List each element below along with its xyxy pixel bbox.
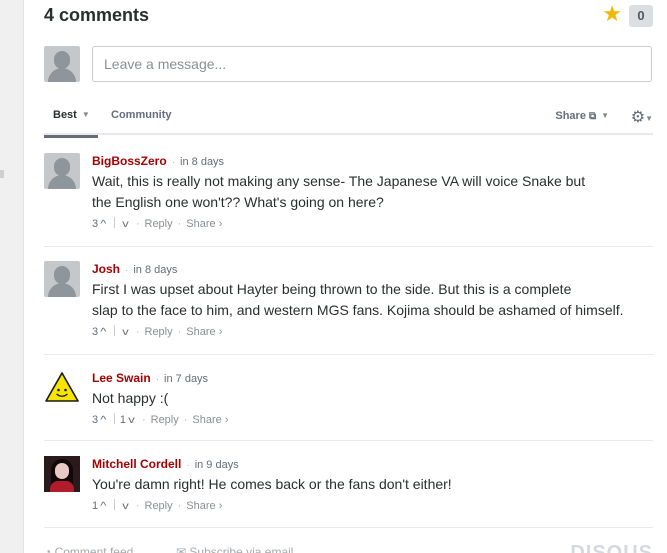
- reply-link[interactable]: Reply: [145, 500, 173, 512]
- comment-post: Josh · in 8 days First I was upset about H…: [44, 261, 653, 355]
- downvote-icon[interactable]: v: [122, 325, 129, 341]
- comment-text: Not happy :(: [92, 390, 169, 406]
- comment-time[interactable]: in 7 days: [164, 373, 208, 385]
- comment-meta: Josh · in 8 days: [92, 262, 178, 276]
- comment-count: 4 comments: [44, 5, 150, 25]
- tab-community[interactable]: Community: [111, 109, 172, 121]
- chevron-down-icon: ▼: [601, 111, 609, 120]
- author-name[interactable]: Josh: [92, 262, 120, 276]
- share-link[interactable]: Share ›: [186, 218, 222, 230]
- comment-text: You're damn right! He comes back or the …: [92, 476, 452, 492]
- downvote-icon[interactable]: v: [128, 413, 135, 429]
- comment-meta: Lee Swain · in 7 days: [92, 371, 209, 385]
- author-avatar[interactable]: [44, 153, 80, 189]
- comment-post: BigBossZero · in 8 days Wait, this is real…: [44, 153, 653, 247]
- author-avatar[interactable]: [44, 261, 80, 297]
- comment-feed-link[interactable]: ◔ Comment feed: [44, 545, 133, 553]
- subscribe-link[interactable]: ✉ Subscribe via email: [176, 545, 293, 553]
- author-name[interactable]: BigBossZero: [92, 154, 167, 168]
- disqus-logo[interactable]: DISQUS: [570, 542, 653, 553]
- chevron-down-icon: ▼: [645, 114, 653, 123]
- comment-composer: [44, 46, 653, 82]
- comment-actions: 3 ^ 1 v · Reply · Share ›: [92, 412, 653, 428]
- left-gutter: [0, 0, 24, 553]
- upvote-count: 3: [92, 326, 99, 338]
- author-name[interactable]: Lee Swain: [92, 371, 151, 385]
- share-link[interactable]: Share ›: [192, 414, 228, 426]
- share-link[interactable]: Share ›: [186, 500, 222, 512]
- comment-time[interactable]: in 8 days: [133, 264, 177, 276]
- comment-text: Wait, this is really not making any sens…: [92, 173, 586, 210]
- share-menu-label: Share: [555, 110, 586, 122]
- thread-nav: Best ▼ Community Share ⧉ ▼ ⚙▼: [44, 100, 653, 138]
- tab-best[interactable]: Best ▼: [44, 109, 98, 138]
- share-link[interactable]: Share ›: [186, 326, 222, 338]
- external-link-icon: ⧉: [588, 111, 597, 122]
- comment-actions: 3 ^ v · Reply · Share ›: [92, 324, 653, 340]
- upvote-count: 3: [92, 414, 99, 426]
- share-menu[interactable]: Share ⧉ ▼: [555, 110, 609, 122]
- comment-time[interactable]: in 8 days: [180, 156, 224, 168]
- comment-time[interactable]: in 9 days: [195, 459, 239, 471]
- thread-footer: ◔ Comment feed ✉ Subscribe via email DIS…: [44, 540, 653, 553]
- comment-text: First I was upset about Hayter being thr…: [92, 281, 624, 318]
- mail-icon: ✉: [176, 545, 187, 553]
- chevron-down-icon: ▼: [81, 110, 90, 119]
- downvote-icon[interactable]: v: [122, 217, 129, 233]
- author-avatar[interactable]: [44, 456, 80, 492]
- comment-meta: BigBossZero · in 8 days: [92, 154, 225, 168]
- comment-post: Mitchell Cordell · in 9 days You're damn r…: [44, 456, 653, 528]
- warning-smiley-icon: [45, 372, 79, 402]
- thread-header: 4 comments ★ 0: [44, 0, 653, 34]
- upvote-count: 3: [92, 218, 99, 230]
- star-icon[interactable]: ★: [602, 3, 622, 25]
- reply-link[interactable]: Reply: [145, 218, 173, 230]
- user-avatar: [44, 46, 80, 82]
- downvote-count: 1: [119, 414, 126, 426]
- rss-icon: ◔: [44, 545, 52, 553]
- upvote-icon[interactable]: ^: [100, 413, 106, 429]
- gutter-mark: [0, 170, 4, 178]
- author-name[interactable]: Mitchell Cordell: [92, 457, 181, 471]
- author-avatar[interactable]: [44, 370, 80, 406]
- star-count[interactable]: 0: [629, 5, 653, 27]
- comment-meta: Mitchell Cordell · in 9 days: [92, 457, 239, 471]
- upvote-icon[interactable]: ^: [100, 325, 106, 341]
- upvote-icon[interactable]: ^: [100, 499, 106, 515]
- tab-best-label: Best: [53, 109, 77, 121]
- gear-icon[interactable]: ⚙▼: [631, 107, 653, 127]
- downvote-icon[interactable]: v: [122, 499, 129, 515]
- upvote-icon[interactable]: ^: [100, 217, 106, 233]
- message-input[interactable]: [92, 46, 652, 82]
- reply-link[interactable]: Reply: [151, 414, 179, 426]
- upvote-count: 1: [92, 500, 99, 512]
- reply-link[interactable]: Reply: [145, 326, 173, 338]
- comment-thread: 4 comments ★ 0 Best ▼ Community Share⧉ ▼ ⚙…: [44, 0, 653, 528]
- comment-post: Lee Swain · in 7 days Not happy :( 3 ^ 1 v · Re…: [44, 370, 653, 441]
- comment-actions: 1 ^ v · Reply · Share ›: [92, 498, 653, 514]
- comment-actions: 3 ^ v · Reply · Share ›: [92, 216, 653, 232]
